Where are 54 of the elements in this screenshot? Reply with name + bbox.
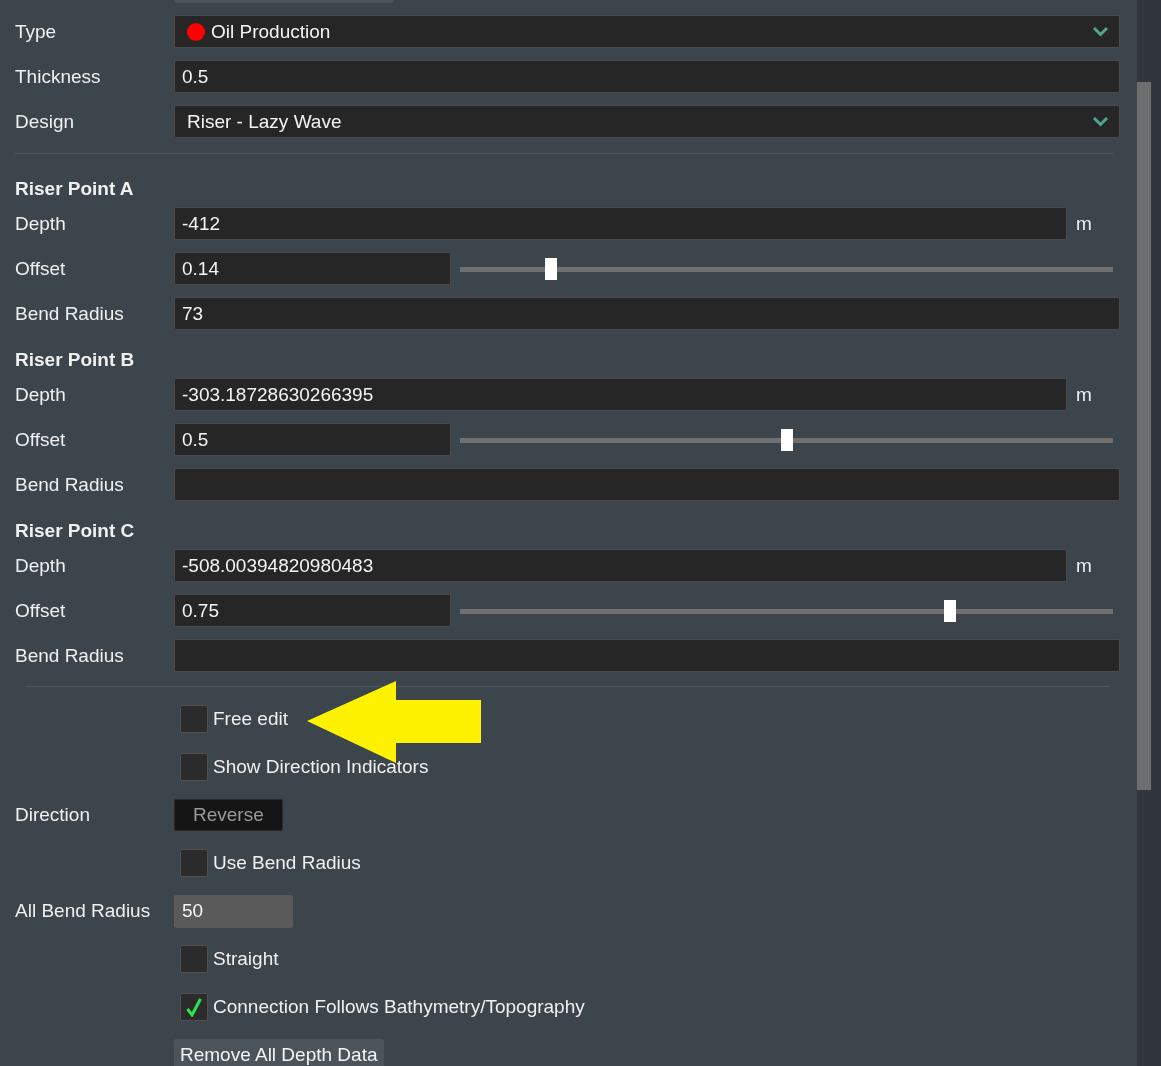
checkbox-label: Straight (213, 948, 279, 970)
field-label: Bend Radius (15, 473, 124, 495)
field-label: Offset (15, 599, 66, 621)
slider-thumb[interactable] (545, 257, 558, 280)
input-field[interactable]: 0.14 (174, 252, 451, 285)
input-field[interactable]: 0.5 (174, 423, 451, 456)
field-label: Offset (15, 257, 66, 279)
slider-thumb[interactable] (780, 428, 793, 451)
unit-label: m (1075, 554, 1093, 577)
scrollbar-thumb[interactable] (1137, 82, 1151, 790)
slider-track[interactable] (460, 608, 1113, 614)
field-label: Design (15, 110, 75, 132)
input-field[interactable]: -303.18728630266395 (174, 378, 1067, 411)
field-label: Depth (15, 554, 66, 576)
chevron-down-icon (1092, 26, 1109, 37)
checkbox[interactable] (180, 849, 208, 877)
dropdown[interactable]: Riser - Lazy Wave (174, 105, 1120, 138)
field-label: Bend Radius (15, 302, 124, 324)
section-title: Riser Point A (15, 178, 134, 200)
checkbox[interactable] (180, 753, 208, 781)
input-field[interactable]: 73 (174, 297, 1120, 330)
scrollbar[interactable] (1137, 0, 1161, 1066)
input-field[interactable]: -412 (174, 207, 1067, 240)
checkbox-label: Free edit (213, 708, 288, 730)
section-title: Riser Point B (15, 349, 135, 371)
input-field[interactable] (174, 639, 1120, 672)
unit-label: m (1075, 212, 1093, 235)
checkbox[interactable] (180, 945, 208, 973)
section-title: Riser Point C (15, 520, 135, 542)
input-field[interactable]: -508.00394820980483 (174, 549, 1067, 582)
slider-thumb[interactable] (943, 599, 956, 622)
field-label: All Bend Radius (15, 900, 151, 921)
field-label: Direction (15, 804, 90, 825)
field-label: Depth (15, 212, 66, 234)
field-label: Type (15, 20, 57, 42)
field-label: Thickness (15, 65, 101, 87)
checkbox-label: Connection Follows Bathymetry/Topography (213, 996, 585, 1018)
checkbox-label: Use Bend Radius (213, 852, 361, 874)
field-label: Depth (15, 383, 66, 405)
input-field[interactable]: 0.5 (174, 60, 1120, 93)
checkbox[interactable] (180, 993, 208, 1021)
unit-label: m (1075, 383, 1093, 406)
slider-track[interactable] (460, 266, 1113, 272)
field-label: Bend Radius (15, 644, 124, 666)
slider-track[interactable] (460, 437, 1113, 443)
remove-button[interactable]: Remove All Depth Data (174, 1038, 384, 1066)
checkbox-label: Show Direction Indicators (213, 756, 429, 778)
checkmark-icon (186, 997, 202, 1017)
input-field[interactable] (174, 468, 1120, 501)
chevron-down-icon (1092, 116, 1109, 127)
input-field[interactable]: 0.75 (174, 594, 451, 627)
field-label: Offset (15, 428, 66, 450)
checkbox[interactable] (180, 705, 208, 733)
dropdown[interactable]: Oil Production (174, 15, 1120, 48)
